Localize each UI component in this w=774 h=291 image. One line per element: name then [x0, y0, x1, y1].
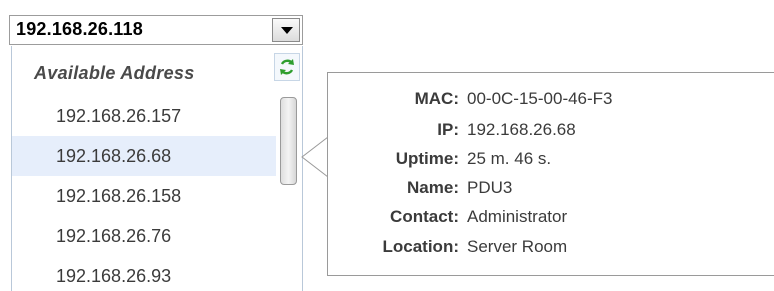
list-item-selected[interactable]: 192.168.26.68 — [12, 136, 277, 176]
dropdown-title: Available Address — [34, 63, 195, 83]
info-value: 25 m. 46 s. — [467, 149, 552, 168]
info-row-contact: Contact: Administrator — [328, 207, 774, 233]
combo-selected-value: 192.168.26.118 — [16, 19, 143, 39]
info-value: Server Room — [467, 237, 568, 256]
chevron-down-icon[interactable] — [272, 18, 300, 42]
scrollbar-thumb[interactable] — [280, 97, 297, 185]
info-label: Location: — [382, 237, 460, 256]
refresh-icon — [280, 59, 294, 75]
info-row-name: Name: PDU3 — [328, 178, 774, 204]
info-label: MAC: — [414, 89, 459, 108]
info-row-uptime: Uptime: 25 m. 46 s. — [328, 149, 774, 175]
info-row-location: Location: Server Room — [328, 237, 774, 263]
info-label: Uptime: — [395, 149, 459, 168]
list-item[interactable]: 192.168.26.93 — [12, 256, 277, 291]
info-label: Contact: — [390, 207, 459, 226]
list-scrollbar[interactable] — [276, 91, 302, 291]
info-value: 192.168.26.68 — [467, 120, 576, 139]
device-info-tooltip: MAC: 00-0C-15-00-46-F3 IP: 192.168.26.68… — [327, 72, 774, 276]
info-label: Name: — [407, 178, 459, 197]
info-row-ip: IP: 192.168.26.68 — [328, 120, 774, 146]
info-value: 00-0C-15-00-46-F3 — [467, 89, 613, 108]
info-value: Administrator — [467, 207, 568, 226]
refresh-button[interactable] — [274, 53, 300, 81]
list-item[interactable]: 192.168.26.157 — [12, 96, 277, 136]
address-combo-box[interactable]: 192.168.26.118 — [9, 15, 303, 45]
info-label: IP: — [437, 120, 459, 139]
address-dropdown: Available Address 192.168.26.157 192.168… — [11, 46, 303, 291]
info-row-mac: MAC: 00-0C-15-00-46-F3 — [328, 89, 774, 115]
page: 192.168.26.118 Available Address 192.168… — [0, 0, 774, 291]
address-list: 192.168.26.157 192.168.26.68 192.168.26.… — [12, 96, 277, 291]
list-item[interactable]: 192.168.26.76 — [12, 216, 277, 256]
list-item[interactable]: 192.168.26.158 — [12, 176, 277, 216]
tooltip-pointer — [301, 135, 330, 179]
info-value: PDU3 — [467, 178, 513, 197]
dropdown-header: Available Address — [12, 46, 302, 91]
